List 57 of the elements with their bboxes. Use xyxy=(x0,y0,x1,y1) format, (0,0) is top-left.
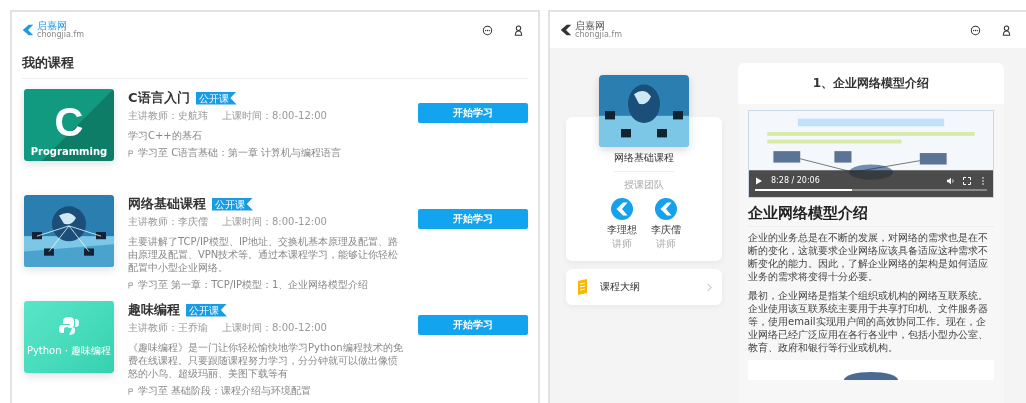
teacher-role: 讲师 xyxy=(612,237,632,251)
outline-item[interactable]: 课程大纲 xyxy=(566,269,722,305)
logo-domain: chongjia.fm xyxy=(37,31,84,39)
teacher-role: 讲师 xyxy=(656,237,676,251)
logo-name: 启嘉网 xyxy=(575,21,605,31)
thumbnail-letter: C xyxy=(54,102,84,142)
thumbnail-caption: Programming xyxy=(30,146,108,157)
course-title: 趣味编程 xyxy=(128,301,180,319)
article-paragraph: 企业的业务总是在不断的发展，对网络的需求也是在不断的变化，这就要求企业网络应该具备适应这种需求不断变化的能力。因此，了解企业网络的架构是如何适应业务的需求将变得十分必要。 xyxy=(748,231,989,283)
logo-icon xyxy=(560,24,572,36)
more-icon[interactable] xyxy=(979,176,987,185)
logo-domain: chongjia.fm xyxy=(575,31,622,39)
video-time: 8:28 / 20:06 xyxy=(771,176,820,185)
course-tag: 公开课 xyxy=(195,91,237,105)
teacher-name: 李理想 xyxy=(607,223,637,237)
notes-icon xyxy=(576,279,588,295)
lesson-title: 1、企业网络模型介绍 xyxy=(811,75,931,92)
course-name: 网络基础课程 xyxy=(614,151,674,172)
logo-name: 启嘉网 xyxy=(37,21,67,31)
progress-text: 学习至 基础阶段：课程介绍与环境配置 xyxy=(138,384,312,398)
course-title: 网络基础课程 xyxy=(128,195,206,213)
teacher-label: 主讲教师：王乔瑜 xyxy=(128,321,208,335)
teacher-label: 主讲教师：史航玮 xyxy=(128,109,208,123)
start-button[interactable]: 开始学习 xyxy=(418,209,528,229)
start-button[interactable]: 开始学习 xyxy=(418,315,528,335)
start-button[interactable]: 开始学习 xyxy=(418,103,528,123)
teacher-avatar-icon xyxy=(611,198,633,220)
logo-icon xyxy=(22,24,34,36)
course-summary: 学习C++的基石 xyxy=(128,129,203,142)
video-player[interactable]: 8:28 / 20:06 xyxy=(748,110,994,198)
teacher-name: 李庆儒 xyxy=(651,223,681,237)
outline-label: 课程大纲 xyxy=(600,280,641,294)
article-paragraph: 最初，企业网络是指某个组织或机构的网络互联系统。企业使用该互联系统主要用于共享打印机、文件服务器等，使用email实现用户间的高效协同工作。现在，企业网络已经广泛应用在各行各业中，包括小型办公室、教育、政府和银行等行业或机构。 xyxy=(748,289,989,354)
article-heading: 企业网络模型介绍 xyxy=(748,204,994,227)
play-icon[interactable] xyxy=(755,176,763,185)
course-title: C语言入门 xyxy=(128,89,190,107)
course-tag: 公开课 xyxy=(186,303,227,317)
chat-icon[interactable] xyxy=(970,24,981,36)
user-icon[interactable] xyxy=(1001,24,1012,36)
volume-icon[interactable] xyxy=(947,176,955,185)
progress-text: 学习至 第一章：TCP/IP模型：1、企业网络模型介绍 xyxy=(138,278,369,292)
teacher-avatar-icon xyxy=(655,198,677,220)
class-time: 上课时间：8:00-12:00 xyxy=(222,215,327,229)
user-icon[interactable] xyxy=(513,24,524,36)
teacher-label: 主讲教师：李庆儒 xyxy=(128,215,208,229)
chat-icon[interactable] xyxy=(482,24,493,36)
page-title: 我的课程 xyxy=(22,54,528,79)
course-tag: 公开课 xyxy=(212,197,253,211)
course-summary: 《趣味编程》是一门让你轻松愉快地学习Python编程技术的免费在线课程。只要跟随课程努力学习，分分钟就可以做出像愤怒的小鸟、超级玛丽、美图下载等有 xyxy=(128,341,404,380)
chevron-right-icon xyxy=(707,282,712,292)
thumbnail-caption: Python · 趣味编程 xyxy=(26,344,112,358)
class-time: 上课时间：8:00-12:00 xyxy=(222,109,327,123)
class-time: 上课时间：8:00-12:00 xyxy=(222,321,327,335)
progress-text: 学习至 C语言基础：第一章 计算机与编程语言 xyxy=(138,146,342,160)
course-summary: 主要讲解了TCP/IP模型、IP地址、交换机基本原理及配置、路由原理及配置、VPN技术等。通过本课程学习，能够让你轻松配置中小型企业网络。 xyxy=(128,235,400,274)
team-label: 授课团队 xyxy=(624,178,664,192)
fullscreen-icon[interactable] xyxy=(963,176,971,185)
